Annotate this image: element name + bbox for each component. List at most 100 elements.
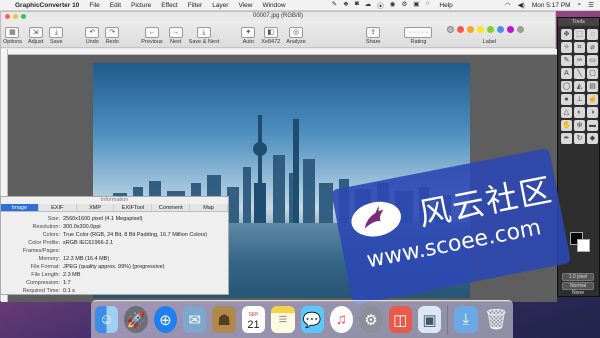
brush-tool-icon[interactable]: ✑ bbox=[574, 55, 585, 66]
crop-tool-icon[interactable]: ⌗ bbox=[574, 42, 585, 53]
safari-icon[interactable]: ⊕ bbox=[153, 306, 178, 333]
background-color[interactable] bbox=[577, 239, 590, 252]
smudge-tool-icon[interactable]: ☝ bbox=[587, 94, 598, 105]
color-swatches[interactable] bbox=[570, 232, 590, 252]
drop-tool-icon[interactable]: ● bbox=[561, 94, 572, 105]
mail-icon[interactable]: ✉ bbox=[183, 306, 207, 333]
contacts-icon[interactable]: ☗ bbox=[212, 306, 236, 333]
system-preferences-icon[interactable]: ⚙ bbox=[359, 306, 383, 333]
app-menu[interactable]: GraphicConverter 10 bbox=[15, 2, 79, 9]
label-swatch-red[interactable] bbox=[457, 26, 464, 33]
menu-window[interactable]: Window bbox=[262, 2, 285, 9]
zoom-value[interactable]: 1.0 pixel bbox=[562, 273, 594, 281]
tab-image[interactable]: Image bbox=[1, 204, 39, 211]
fill-tool-icon[interactable]: ◭ bbox=[574, 81, 585, 92]
tab-comment[interactable]: Comment bbox=[152, 204, 191, 211]
option-select[interactable]: None bbox=[562, 290, 594, 298]
label-swatch-blue[interactable] bbox=[497, 26, 504, 33]
line-tool-icon[interactable]: ╲ bbox=[574, 68, 585, 79]
blend-mode-select[interactable]: Normal bbox=[562, 282, 594, 290]
menu-help[interactable]: Help bbox=[439, 2, 452, 9]
menu-picture[interactable]: Picture bbox=[131, 2, 151, 9]
launchpad-icon[interactable]: 🚀 bbox=[124, 306, 148, 333]
ellipse-tool-icon[interactable]: ◯ bbox=[561, 81, 572, 92]
wifi-icon[interactable]: ◠ bbox=[505, 1, 511, 9]
share-button[interactable]: ⇪ Share bbox=[366, 27, 380, 45]
gear-icon[interactable]: ⚙ bbox=[401, 0, 407, 10]
ruler-tool-icon[interactable]: ▬ bbox=[587, 120, 598, 131]
gradient-tool-icon[interactable]: ▤ bbox=[587, 81, 598, 92]
menu-edit[interactable]: Edit bbox=[110, 2, 121, 9]
information-title[interactable]: Information bbox=[1, 197, 228, 204]
clock[interactable]: Mon 5:17 PM bbox=[532, 2, 571, 9]
text-tool-icon[interactable]: A bbox=[561, 68, 572, 79]
next-button[interactable]: → Next bbox=[168, 27, 183, 45]
rating-control[interactable]: · · · · · Rating bbox=[404, 27, 433, 45]
sharpen-tool-icon[interactable]: △ bbox=[561, 107, 572, 118]
title-bar[interactable]: 00007.jpg (RGB/8) bbox=[1, 12, 555, 21]
menu-effect[interactable]: Effect bbox=[161, 2, 178, 9]
color-picker-icon[interactable]: ◆ bbox=[587, 133, 598, 144]
marquee-tool-icon[interactable]: ⬚ bbox=[574, 29, 585, 40]
lock-icon[interactable]: ▣ bbox=[413, 0, 419, 10]
label-swatch-gray[interactable] bbox=[517, 26, 524, 33]
tab-map[interactable]: Map bbox=[190, 204, 228, 211]
label-swatch-purple[interactable] bbox=[507, 26, 514, 33]
cloud-icon[interactable]: ☁ bbox=[365, 0, 372, 10]
previous-button[interactable]: ← Previous bbox=[141, 27, 163, 45]
tools-title[interactable]: Tools bbox=[558, 18, 599, 26]
menu-file[interactable]: File bbox=[89, 2, 99, 9]
menu-view[interactable]: View bbox=[238, 2, 252, 9]
eye-icon[interactable]: ◉ bbox=[390, 0, 396, 10]
dropbox-icon[interactable]: ❖ bbox=[343, 0, 349, 10]
burn-tool-icon[interactable]: ◑ bbox=[587, 107, 598, 118]
search-icon[interactable]: ⌕ bbox=[578, 1, 582, 9]
tab-xmp[interactable]: XMP bbox=[76, 204, 115, 211]
notes-icon[interactable]: ≡ bbox=[271, 306, 295, 333]
calendar-icon[interactable]: SEP 21 bbox=[241, 306, 266, 333]
messages-icon[interactable]: 💬 bbox=[300, 306, 324, 333]
adjust-button[interactable]: ⇲ Adjust bbox=[28, 27, 43, 45]
stamp-tool-icon[interactable]: ⊥ bbox=[574, 94, 585, 105]
label-swatch-green[interactable] bbox=[487, 26, 494, 33]
music-icon[interactable]: ♫ bbox=[329, 306, 354, 333]
magic-wand-icon[interactable]: ✧ bbox=[561, 42, 572, 53]
menu-list-icon[interactable]: ☰ bbox=[588, 1, 594, 9]
xe8472-button[interactable]: ◧ Xe8472 bbox=[261, 27, 280, 45]
analyze-button[interactable]: ◎ Analyze bbox=[286, 27, 306, 45]
redo-button[interactable]: ↷ Redo bbox=[105, 27, 120, 45]
menu-filter[interactable]: Filter bbox=[188, 2, 202, 9]
minimize-icon[interactable] bbox=[13, 14, 18, 19]
tab-exif[interactable]: EXIF bbox=[38, 204, 77, 211]
move-tool-icon[interactable]: ✥ bbox=[561, 29, 572, 40]
pen-tool-icon[interactable]: ✒ bbox=[561, 133, 572, 144]
label-swatch-yellow[interactable] bbox=[477, 26, 484, 33]
rotate-tool-icon[interactable]: ↻ bbox=[574, 133, 585, 144]
lasso-tool-icon[interactable]: ◌ bbox=[587, 29, 598, 40]
zoom-tool-icon[interactable]: ⊕ bbox=[574, 120, 585, 131]
rectangle-tool-icon[interactable]: ▢ bbox=[587, 68, 598, 79]
tab-exiftool[interactable]: EXIFTool bbox=[114, 204, 153, 211]
pen-icon[interactable]: ✎ bbox=[332, 0, 337, 10]
downloads-folder-icon[interactable]: ⤓ bbox=[454, 306, 478, 333]
volume-icon[interactable]: ◀) bbox=[518, 1, 525, 9]
hand-tool-icon[interactable]: ✋ bbox=[561, 120, 572, 131]
trash-icon[interactable]: 🗑 bbox=[484, 306, 509, 333]
pencil-tool-icon[interactable]: ✎ bbox=[561, 55, 572, 66]
finder-icon[interactable]: ☺ bbox=[95, 306, 119, 333]
save-next-button[interactable]: ⤓ Save & Next bbox=[189, 27, 219, 45]
preview-icon[interactable]: ▣ bbox=[417, 306, 442, 333]
eyedropper-icon[interactable]: ⌀ bbox=[587, 42, 598, 53]
label-swatch-orange[interactable] bbox=[467, 26, 474, 33]
close-icon[interactable] bbox=[5, 14, 10, 19]
options-button[interactable]: ▦ Options bbox=[3, 27, 22, 45]
undo-button[interactable]: ↶ Undo bbox=[85, 27, 100, 45]
auto-button[interactable]: ✦ Auto bbox=[241, 27, 256, 45]
label-swatch-clear-icon[interactable] bbox=[447, 26, 454, 33]
menu-layer[interactable]: Layer bbox=[212, 2, 228, 9]
graphicconverter-icon[interactable]: ◫ bbox=[388, 306, 412, 333]
circle-icon[interactable]: ○ bbox=[425, 0, 429, 10]
zoom-icon[interactable] bbox=[21, 14, 26, 19]
save-button[interactable]: ⤓ Save bbox=[49, 27, 64, 45]
record-icon[interactable]: ⦿ bbox=[377, 0, 384, 10]
